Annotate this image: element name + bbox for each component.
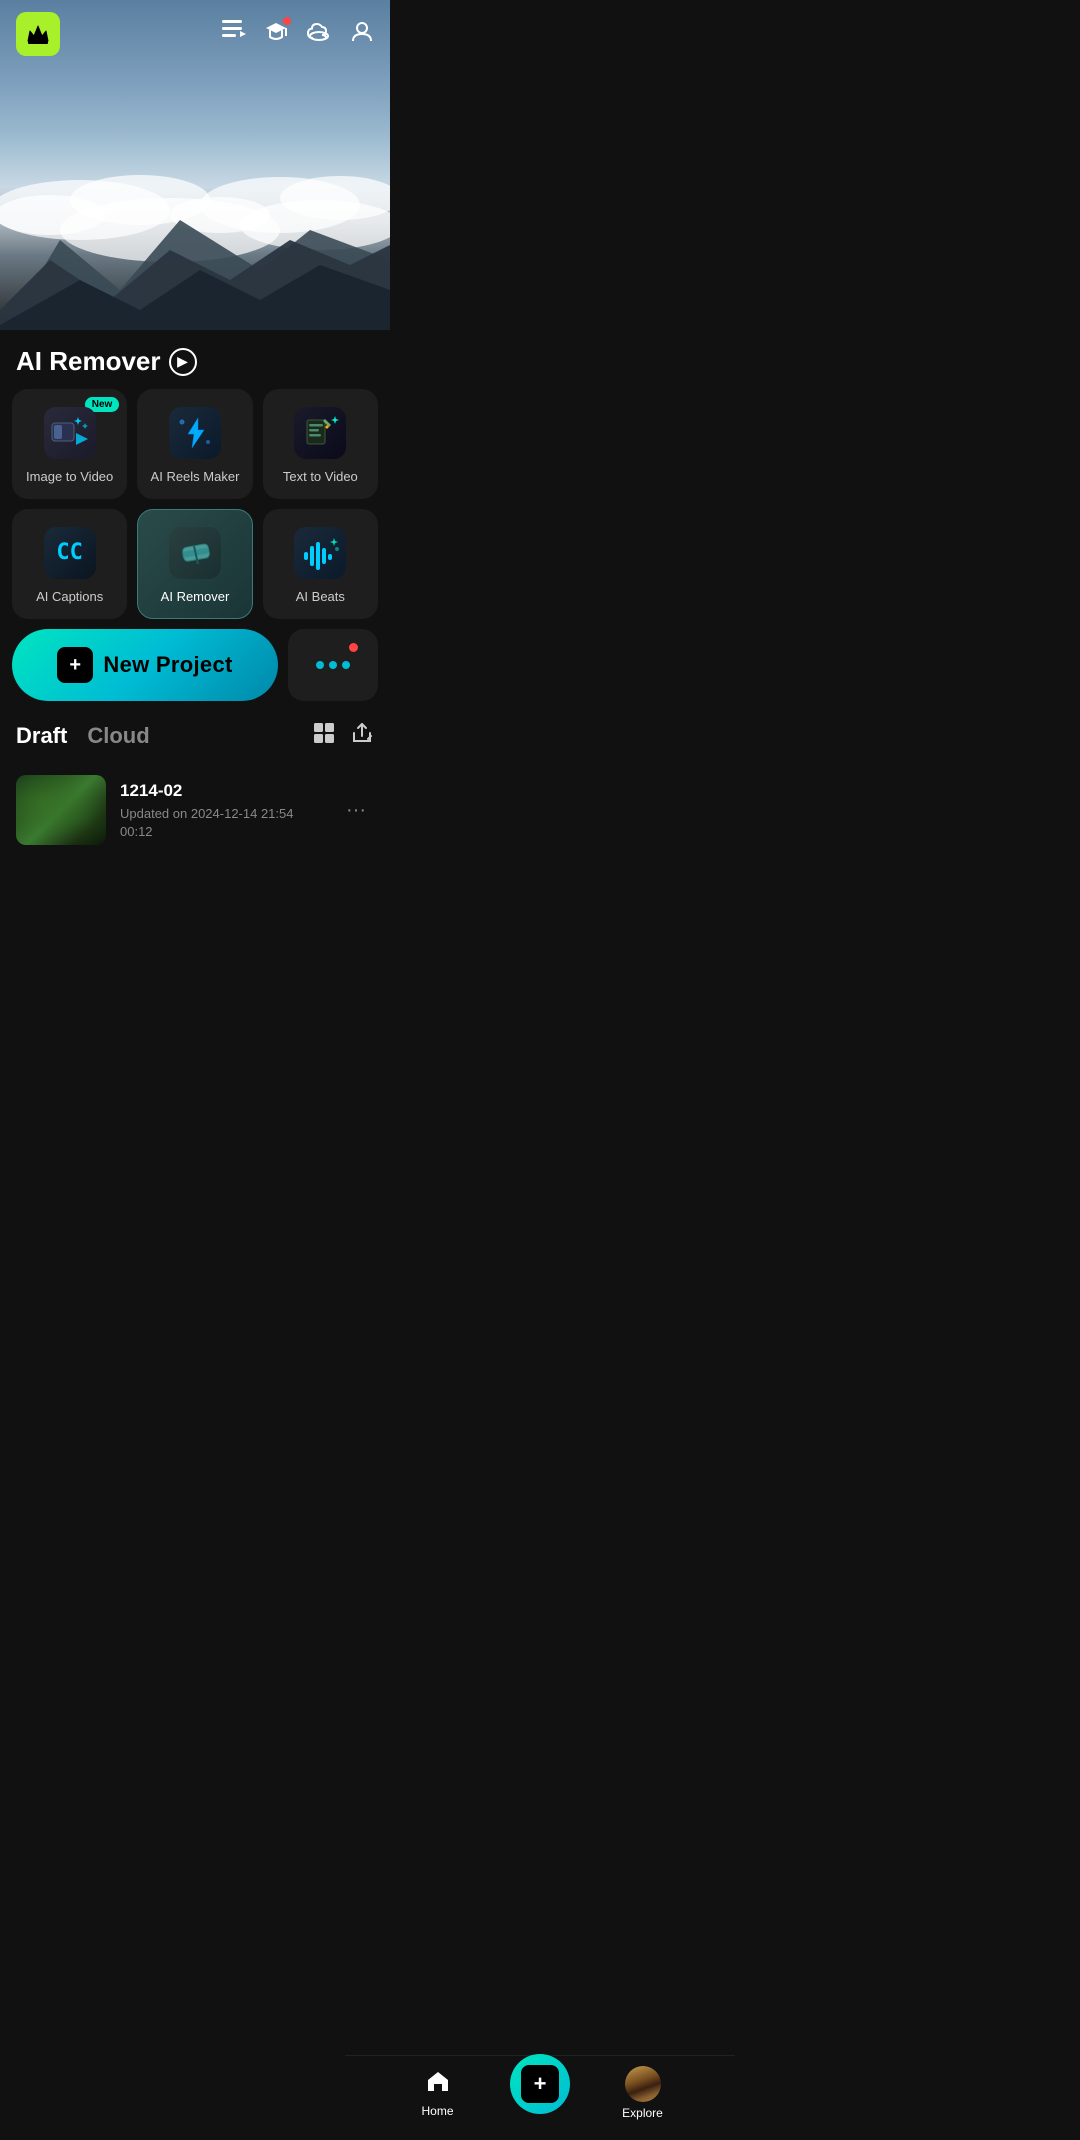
export-button[interactable] bbox=[350, 721, 374, 751]
draft-name: 1214-02 bbox=[120, 781, 324, 801]
plus-icon: + bbox=[57, 647, 93, 683]
profile-icon[interactable] bbox=[350, 20, 374, 48]
new-project-button[interactable]: + New Project bbox=[12, 629, 278, 701]
draft-info: 1214-02 Updated on 2024-12-14 21:54 00:1… bbox=[120, 781, 324, 838]
remover-icon bbox=[169, 527, 221, 579]
reels-icon bbox=[169, 407, 221, 459]
more-dots bbox=[316, 661, 350, 669]
notification-dot bbox=[349, 643, 358, 652]
draft-updated: Updated on 2024-12-14 21:54 bbox=[120, 805, 324, 823]
tool-label-image-to-video: Image to Video bbox=[26, 469, 113, 484]
tool-ai-captions[interactable]: CC AI Captions bbox=[12, 509, 127, 619]
text-video-icon bbox=[294, 407, 346, 459]
hero-background bbox=[0, 0, 390, 340]
main-content: AI Remover ▶ New Image to Video bbox=[0, 330, 390, 947]
bottom-navigation: Home + Explore bbox=[345, 2055, 735, 2140]
new-project-label: New Project bbox=[103, 652, 232, 678]
dot-3 bbox=[342, 661, 350, 669]
tool-label-captions: AI Captions bbox=[36, 589, 103, 604]
nav-icons bbox=[222, 20, 374, 48]
tool-ai-remover[interactable]: AI Remover bbox=[137, 509, 252, 619]
tab-draft[interactable]: Draft bbox=[16, 723, 67, 749]
fab-plus-icon: + bbox=[521, 2065, 559, 2103]
tool-ai-reels-maker[interactable]: AI Reels Maker bbox=[137, 389, 252, 499]
action-row: + New Project bbox=[0, 619, 390, 701]
cloud-icon[interactable] bbox=[306, 20, 332, 48]
section-header: AI Remover ▶ bbox=[0, 330, 390, 389]
home-icon bbox=[425, 2069, 451, 2100]
section-title: AI Remover bbox=[16, 346, 161, 377]
tool-label-remover: AI Remover bbox=[161, 589, 230, 604]
tabs-row: Draft Cloud bbox=[0, 701, 390, 763]
captions-icon: CC bbox=[44, 527, 96, 579]
draft-duration: 00:12 bbox=[120, 824, 324, 839]
navbar bbox=[0, 0, 390, 68]
grid-view-button[interactable] bbox=[312, 721, 336, 751]
tool-ai-beats[interactable]: AI Beats bbox=[263, 509, 378, 619]
graduation-icon[interactable] bbox=[264, 20, 288, 48]
explore-avatar-image bbox=[625, 2066, 661, 2102]
tool-text-to-video[interactable]: Text to Video bbox=[263, 389, 378, 499]
tabs-actions bbox=[312, 721, 374, 751]
more-options-card[interactable] bbox=[288, 629, 378, 701]
crown-icon bbox=[25, 21, 51, 47]
playlist-icon[interactable] bbox=[222, 20, 246, 48]
draft-item[interactable]: 1214-02 Updated on 2024-12-14 21:54 00:1… bbox=[0, 763, 390, 857]
image-to-video-icon bbox=[44, 407, 96, 459]
nav-tab-explore[interactable]: Explore bbox=[570, 2066, 715, 2120]
home-label: Home bbox=[421, 2104, 453, 2118]
nav-fab-button[interactable]: + bbox=[510, 2054, 570, 2114]
tool-label-reels-maker: AI Reels Maker bbox=[151, 469, 240, 484]
dot-2 bbox=[329, 661, 337, 669]
explore-label: Explore bbox=[622, 2106, 663, 2120]
beats-icon bbox=[294, 527, 346, 579]
tool-label-text-to-video: Text to Video bbox=[283, 469, 358, 484]
brand-logo[interactable] bbox=[16, 12, 60, 56]
draft-thumb-image bbox=[16, 775, 106, 845]
arrow-icon: ▶ bbox=[177, 353, 188, 370]
tool-label-beats: AI Beats bbox=[296, 589, 345, 604]
tool-image-to-video[interactable]: New Image to Video bbox=[12, 389, 127, 499]
tools-grid: New Image to Video bbox=[0, 389, 390, 619]
tab-cloud[interactable]: Cloud bbox=[87, 723, 149, 749]
nav-tab-home[interactable]: Home bbox=[365, 2069, 510, 2118]
explore-avatar bbox=[625, 2066, 661, 2102]
dot-1 bbox=[316, 661, 324, 669]
mountains-svg bbox=[0, 180, 390, 340]
draft-thumbnail bbox=[16, 775, 106, 845]
draft-more-button[interactable]: ··· bbox=[338, 791, 374, 830]
notification-badge bbox=[283, 17, 291, 25]
section-arrow-button[interactable]: ▶ bbox=[169, 348, 197, 376]
